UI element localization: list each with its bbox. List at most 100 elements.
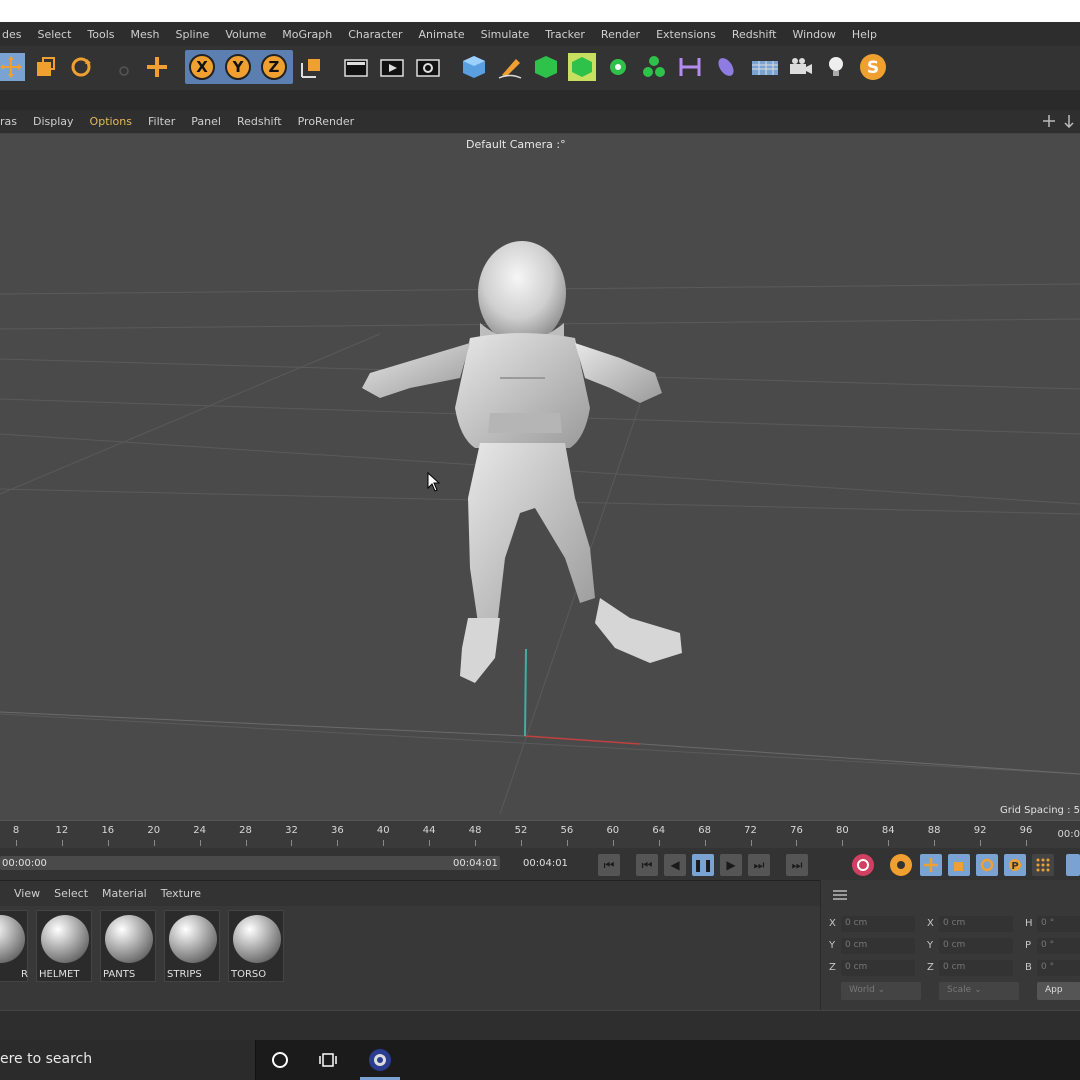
cube-icon[interactable] bbox=[459, 52, 489, 82]
panel-menu-icon[interactable] bbox=[833, 890, 847, 900]
go-to-start-button[interactable]: ⏮ bbox=[598, 854, 620, 876]
view-menu-item-ras[interactable]: ras bbox=[0, 115, 25, 128]
floor-icon[interactable] bbox=[749, 52, 779, 82]
scale-icon[interactable] bbox=[30, 52, 60, 82]
material-swatch-helmet[interactable]: HELMET bbox=[36, 910, 92, 982]
record-button[interactable] bbox=[852, 854, 874, 876]
previous-key-button[interactable]: ⏮ bbox=[636, 854, 658, 876]
live-select-icon[interactable] bbox=[106, 52, 136, 82]
view-menu-item-filter[interactable]: Filter bbox=[140, 115, 183, 128]
view-menu-item-options[interactable]: Options bbox=[82, 115, 140, 128]
key-rotation-button[interactable] bbox=[976, 854, 998, 876]
go-to-end-button[interactable]: ⏭ bbox=[786, 854, 808, 876]
pause-button[interactable]: ❚❚ bbox=[692, 854, 714, 876]
material-swatch-strips[interactable]: STRIPS bbox=[164, 910, 220, 982]
menu-item-animate[interactable]: Animate bbox=[411, 28, 473, 41]
rotation-value-field[interactable]: 0 ° bbox=[1037, 960, 1080, 976]
menu-item-help[interactable]: Help bbox=[844, 28, 885, 41]
light-icon[interactable] bbox=[821, 52, 851, 82]
view-menu-item-panel[interactable]: Panel bbox=[183, 115, 229, 128]
start-time-field[interactable]: 00:00:00 bbox=[2, 858, 47, 869]
material-menu-item-material[interactable]: Material bbox=[95, 887, 154, 900]
timeline-more-button[interactable] bbox=[1066, 854, 1080, 876]
render-settings-icon[interactable] bbox=[413, 52, 443, 82]
move-icon[interactable] bbox=[0, 52, 26, 82]
scale-dropdown[interactable]: Scale ⌄ bbox=[939, 982, 1019, 1000]
key-scale-button[interactable] bbox=[948, 854, 970, 876]
material-swatch-torso[interactable]: TORSO bbox=[228, 910, 284, 982]
apply-button[interactable]: App bbox=[1037, 982, 1080, 1000]
add-icon[interactable] bbox=[142, 52, 172, 82]
time-range-slider[interactable] bbox=[0, 856, 500, 870]
menu-item-tracker[interactable]: Tracker bbox=[537, 28, 593, 41]
view-menu-item-redshift[interactable]: Redshift bbox=[229, 115, 290, 128]
menu-item-des[interactable]: des bbox=[0, 28, 29, 41]
rotation-value-field[interactable]: 0 ° bbox=[1037, 916, 1080, 932]
task-view-icon[interactable] bbox=[316, 1048, 340, 1072]
cinema4d-app-icon[interactable] bbox=[368, 1048, 392, 1072]
material-menu-item-view[interactable]: View bbox=[7, 887, 47, 900]
axis-z-icon[interactable]: Z bbox=[259, 52, 289, 82]
next-key-button[interactable]: ⏭ bbox=[748, 854, 770, 876]
current-time-field[interactable]: 00:04:01 bbox=[523, 858, 568, 869]
key-pla-button[interactable] bbox=[1032, 854, 1054, 876]
coordinate-system-icon[interactable] bbox=[297, 52, 327, 82]
material-swatch-r[interactable]: R bbox=[0, 910, 28, 982]
render-picture-viewer-icon[interactable] bbox=[377, 52, 407, 82]
camera-icon[interactable] bbox=[785, 52, 815, 82]
menu-item-simulate[interactable]: Simulate bbox=[473, 28, 538, 41]
key-position-button[interactable] bbox=[920, 854, 942, 876]
subdivision-icon[interactable] bbox=[531, 52, 561, 82]
rotate-icon[interactable] bbox=[66, 52, 96, 82]
generator-icon[interactable] bbox=[567, 52, 597, 82]
cloner-icon[interactable] bbox=[639, 52, 669, 82]
camera-label[interactable]: Default Camera :° bbox=[466, 138, 566, 151]
viewport-nav-icons bbox=[1042, 114, 1076, 128]
render-view-icon[interactable] bbox=[341, 52, 371, 82]
taskbar-search-box[interactable]: ere to search bbox=[0, 1040, 256, 1080]
rotation-value-field[interactable]: 0 ° bbox=[1037, 938, 1080, 954]
position-value-field[interactable]: 0 cm bbox=[841, 938, 915, 954]
position-value-field[interactable]: 0 cm bbox=[841, 916, 915, 932]
menu-item-character[interactable]: Character bbox=[340, 28, 410, 41]
size-value-field[interactable]: 0 cm bbox=[939, 916, 1013, 932]
position-axis-label: X bbox=[829, 918, 836, 929]
pen-icon[interactable] bbox=[495, 52, 525, 82]
timeline-ruler[interactable]: 00:0 8 12 16 20 24 28 32 36 40 44 48 52 56 60 64 68 72 76… bbox=[0, 820, 1080, 848]
menu-item-mesh[interactable]: Mesh bbox=[123, 28, 168, 41]
3d-viewport[interactable]: Default Camera :° Grid Spacing : 5 bbox=[0, 134, 1080, 820]
menu-item-select[interactable]: Select bbox=[29, 28, 79, 41]
autokey-button[interactable] bbox=[890, 854, 912, 876]
world-dropdown[interactable]: World ⌄ bbox=[841, 982, 921, 1000]
axis-x-icon[interactable]: X bbox=[187, 52, 217, 82]
key-parameter-button[interactable]: P bbox=[1004, 854, 1026, 876]
material-menu-item-select[interactable]: Select bbox=[47, 887, 95, 900]
view-menu-item-display[interactable]: Display bbox=[25, 115, 82, 128]
viewport-move-icon[interactable] bbox=[1042, 114, 1056, 128]
menu-item-mograph[interactable]: MoGraph bbox=[274, 28, 340, 41]
view-menu-item-prorender[interactable]: ProRender bbox=[290, 115, 363, 128]
previous-frame-button[interactable]: ◀ bbox=[664, 854, 686, 876]
end-time-field[interactable]: 00:04:01 bbox=[453, 858, 498, 869]
viewport-zoom-icon[interactable] bbox=[1062, 114, 1076, 128]
size-value-field[interactable]: 0 cm bbox=[939, 960, 1013, 976]
menu-item-extensions[interactable]: Extensions bbox=[648, 28, 724, 41]
menu-item-window[interactable]: Window bbox=[784, 28, 843, 41]
menu-item-redshift[interactable]: Redshift bbox=[724, 28, 785, 41]
plugin-icon[interactable]: S bbox=[858, 52, 888, 82]
menu-item-volume[interactable]: Volume bbox=[217, 28, 274, 41]
axis-y-icon[interactable]: Y bbox=[223, 52, 253, 82]
material-swatch-pants[interactable]: PANTS bbox=[100, 910, 156, 982]
size-value-field[interactable]: 0 cm bbox=[939, 938, 1013, 954]
mograph-icon[interactable] bbox=[603, 52, 633, 82]
astronaut-model[interactable] bbox=[350, 238, 710, 698]
cortana-icon[interactable] bbox=[268, 1048, 292, 1072]
material-menu-item-texture[interactable]: Texture bbox=[154, 887, 208, 900]
next-frame-button[interactable]: ▶ bbox=[720, 854, 742, 876]
position-value-field[interactable]: 0 cm bbox=[841, 960, 915, 976]
menu-item-tools[interactable]: Tools bbox=[79, 28, 122, 41]
menu-item-render[interactable]: Render bbox=[593, 28, 648, 41]
deformer-icon[interactable] bbox=[675, 52, 705, 82]
menu-item-spline[interactable]: Spline bbox=[168, 28, 218, 41]
sculpt-icon[interactable] bbox=[711, 52, 741, 82]
